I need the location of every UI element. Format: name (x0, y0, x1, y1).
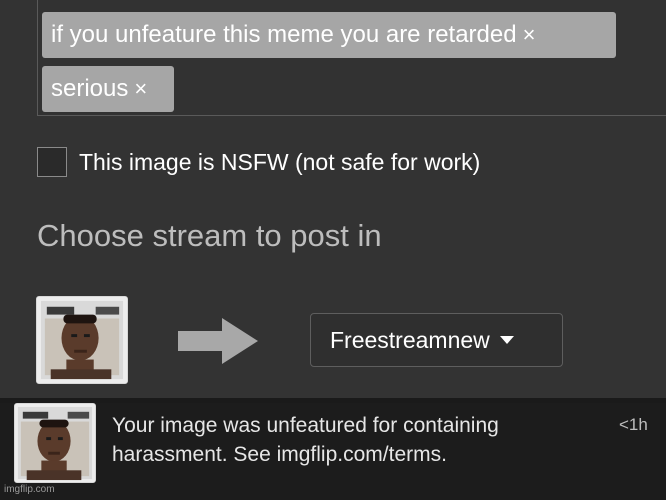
notification-item[interactable]: Your image was unfeatured for containing… (0, 403, 666, 500)
nsfw-checkbox[interactable] (37, 147, 67, 177)
nsfw-label[interactable]: This image is NSFW (not safe for work) (79, 149, 480, 176)
tag-label: if you unfeature this meme you are retar… (51, 21, 517, 48)
right-arrow-icon (178, 318, 258, 364)
caret-down-icon (499, 336, 514, 344)
nsfw-option: This image is NSFW (not safe for work) (37, 145, 480, 179)
post-settings-panel: if you unfeature this meme you are retar… (0, 0, 666, 398)
tag-label: serious (51, 75, 129, 102)
close-icon[interactable]: × (523, 22, 536, 47)
notification-message: Your image was unfeatured for containing… (112, 414, 499, 466)
tag-chip: serious × (42, 66, 174, 112)
tags-input[interactable]: if you unfeature this meme you are retar… (37, 0, 666, 116)
close-icon[interactable]: × (134, 76, 147, 101)
stream-select[interactable]: Freestreamnew (310, 313, 563, 367)
tag-chip: if you unfeature this meme you are retar… (42, 12, 616, 58)
avatar-image (37, 297, 127, 383)
avatar-image (15, 404, 95, 482)
notification-avatar (14, 403, 96, 483)
stream-heading: Choose stream to post in (37, 218, 382, 253)
user-avatar (36, 296, 128, 384)
watermark: imgflip.com (4, 484, 55, 495)
stream-select-value: Freestreamnew (330, 326, 490, 353)
notification-time: <1h (619, 415, 648, 434)
